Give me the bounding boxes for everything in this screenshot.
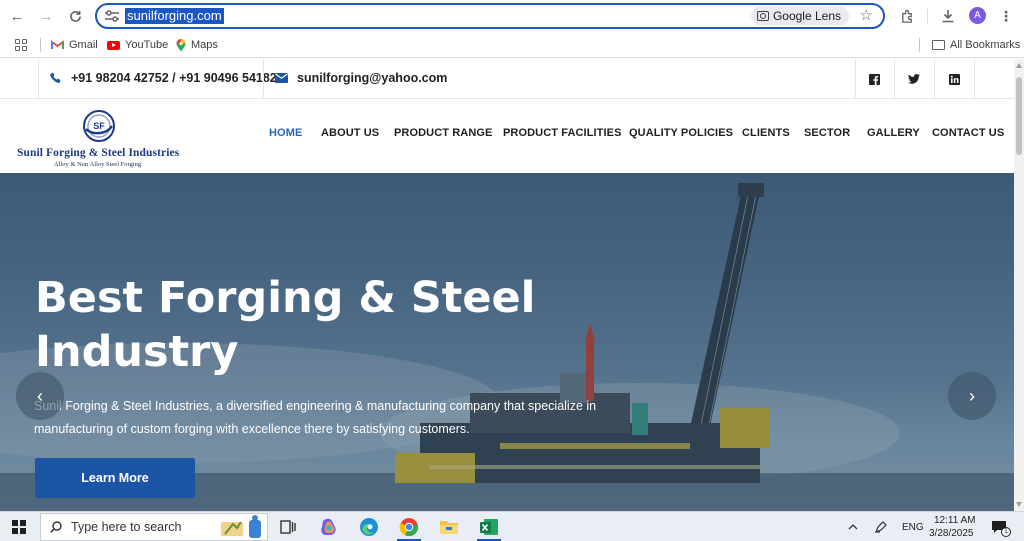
nav-product-range[interactable]: PRODUCT RANGE <box>394 127 492 139</box>
bookmark-label: Gmail <box>69 39 98 51</box>
logo-monogram: SF <box>93 121 105 131</box>
nav-product-facilities[interactable]: PRODUCT FACILITIES <box>503 127 622 139</box>
file-explorer-icon[interactable] <box>438 516 460 538</box>
maps-pin-icon <box>176 38 186 51</box>
webpage: +91 98204 42752 / +91 90496 54182 sunilf… <box>0 59 1014 511</box>
site-info-icon[interactable] <box>105 10 119 22</box>
search-highlight-illustration-icon <box>221 515 261 538</box>
search-icon <box>50 521 62 533</box>
gmail-icon <box>51 40 64 49</box>
google-lens-button[interactable]: Google Lens <box>750 7 849 25</box>
scroll-down-icon[interactable] <box>1016 502 1022 507</box>
copilot-icon[interactable] <box>318 516 340 538</box>
apps-grid-icon <box>15 39 27 51</box>
windows-taskbar: Type here to search ENG 12:11 AM 3/28/20… <box>0 511 1024 541</box>
download-icon[interactable] <box>937 5 959 27</box>
back-arrow-icon[interactable]: ← <box>6 5 28 27</box>
chrome-browser-icon[interactable] <box>398 516 420 538</box>
notification-count-badge: 1 <box>1001 527 1011 537</box>
phone-numbers: +91 98204 42752 / +91 90496 54182 <box>71 71 277 85</box>
taskbar-search-box[interactable]: Type here to search <box>40 513 268 541</box>
nav-about-us[interactable]: ABOUT US <box>321 127 379 139</box>
system-tray-chevron-up-icon[interactable] <box>842 516 864 538</box>
all-bookmarks-label: All Bookmarks <box>950 39 1021 51</box>
url-text[interactable]: sunilforging.com <box>125 8 224 24</box>
twitter-icon[interactable] <box>906 71 922 87</box>
youtube-icon <box>107 40 120 50</box>
bookmark-youtube[interactable]: YouTube <box>107 37 168 53</box>
hero-title: Best Forging & Steel Industry <box>35 273 536 377</box>
search-placeholder: Type here to search <box>71 520 182 534</box>
learn-more-button[interactable]: Learn More <box>35 458 195 498</box>
language-indicator[interactable]: ENG <box>902 522 924 533</box>
bookmark-label: Maps <box>191 39 218 51</box>
company-logo-icon[interactable]: SF <box>82 109 116 143</box>
linkedin-icon[interactable] <box>946 71 962 87</box>
envelope-icon <box>275 73 288 83</box>
bookmark-maps[interactable]: Maps <box>176 37 218 53</box>
google-lens-label: Google Lens <box>772 9 841 23</box>
clock-date[interactable]: 3/28/2025 <box>929 528 974 539</box>
all-bookmarks-button[interactable]: All Bookmarks <box>932 37 1020 53</box>
facebook-icon[interactable] <box>866 71 882 87</box>
edge-browser-icon[interactable] <box>358 516 380 538</box>
contact-topbar: +91 98204 42752 / +91 90496 54182 sunilf… <box>0 59 1014 99</box>
excel-icon[interactable] <box>478 516 500 538</box>
clock-time[interactable]: 12:11 AM <box>934 515 976 526</box>
company-tagline: Alloy & Non Alloy Steel Forging <box>54 161 142 168</box>
slider-next-chevron-icon[interactable]: › <box>948 372 996 420</box>
scrollbar-thumb[interactable] <box>1016 77 1022 155</box>
nav-sector[interactable]: SECTOR <box>804 127 850 139</box>
email-contact[interactable]: sunilforging@yahoo.com <box>275 71 447 85</box>
company-name[interactable]: Sunil Forging & Steel Industries <box>17 147 179 159</box>
phone-icon <box>50 72 61 83</box>
browser-toolbar: ← → sunilforging.com Google Lens ☆ A ⋮ <box>0 0 1024 32</box>
hero-slider: Best Forging & Steel Industry Sunil Forg… <box>0 173 1014 511</box>
profile-avatar[interactable]: A <box>969 7 986 24</box>
nav-quality-policies[interactable]: QUALITY POLICIES <box>629 127 733 139</box>
hero-description: Sunil Forging & Steel Industries, a dive… <box>34 399 597 436</box>
more-options-icon[interactable]: ⋮ <box>995 5 1017 27</box>
task-view-icon[interactable] <box>277 516 299 538</box>
page-scrollbar[interactable] <box>1014 59 1024 511</box>
extensions-icon[interactable] <box>896 5 918 27</box>
apps-button[interactable] <box>15 37 27 53</box>
slider-prev-chevron-icon[interactable]: ‹ <box>16 372 64 420</box>
pen-settings-icon[interactable] <box>870 516 892 538</box>
phone-contact[interactable]: +91 98204 42752 / +91 90496 54182 <box>50 71 277 85</box>
reload-icon[interactable] <box>64 5 86 27</box>
windows-start-icon[interactable] <box>12 520 26 534</box>
nav-contact-us[interactable]: CONTACT US <box>932 127 1004 139</box>
screen: ← → sunilforging.com Google Lens ☆ A ⋮ G… <box>0 0 1024 541</box>
bookmark-star-icon[interactable]: ☆ <box>860 6 873 24</box>
nav-gallery[interactable]: GALLERY <box>867 127 920 139</box>
email-address: sunilforging@yahoo.com <box>297 71 448 85</box>
camera-icon <box>756 11 769 21</box>
nav-clients[interactable]: CLIENTS <box>742 127 790 139</box>
folder-icon <box>932 40 945 50</box>
bookmark-label: YouTube <box>125 39 169 51</box>
address-bar[interactable]: sunilforging.com Google Lens ☆ <box>95 3 885 29</box>
bookmarks-bar: Gmail YouTube Maps All Bookmarks <box>0 32 1024 58</box>
scroll-up-icon[interactable] <box>1016 63 1022 68</box>
forward-arrow-icon[interactable]: → <box>35 5 57 27</box>
nav-home[interactable]: HOME <box>269 127 302 139</box>
bookmark-gmail[interactable]: Gmail <box>51 37 98 53</box>
site-header: SF Sunil Forging & Steel Industries Allo… <box>0 99 1014 173</box>
